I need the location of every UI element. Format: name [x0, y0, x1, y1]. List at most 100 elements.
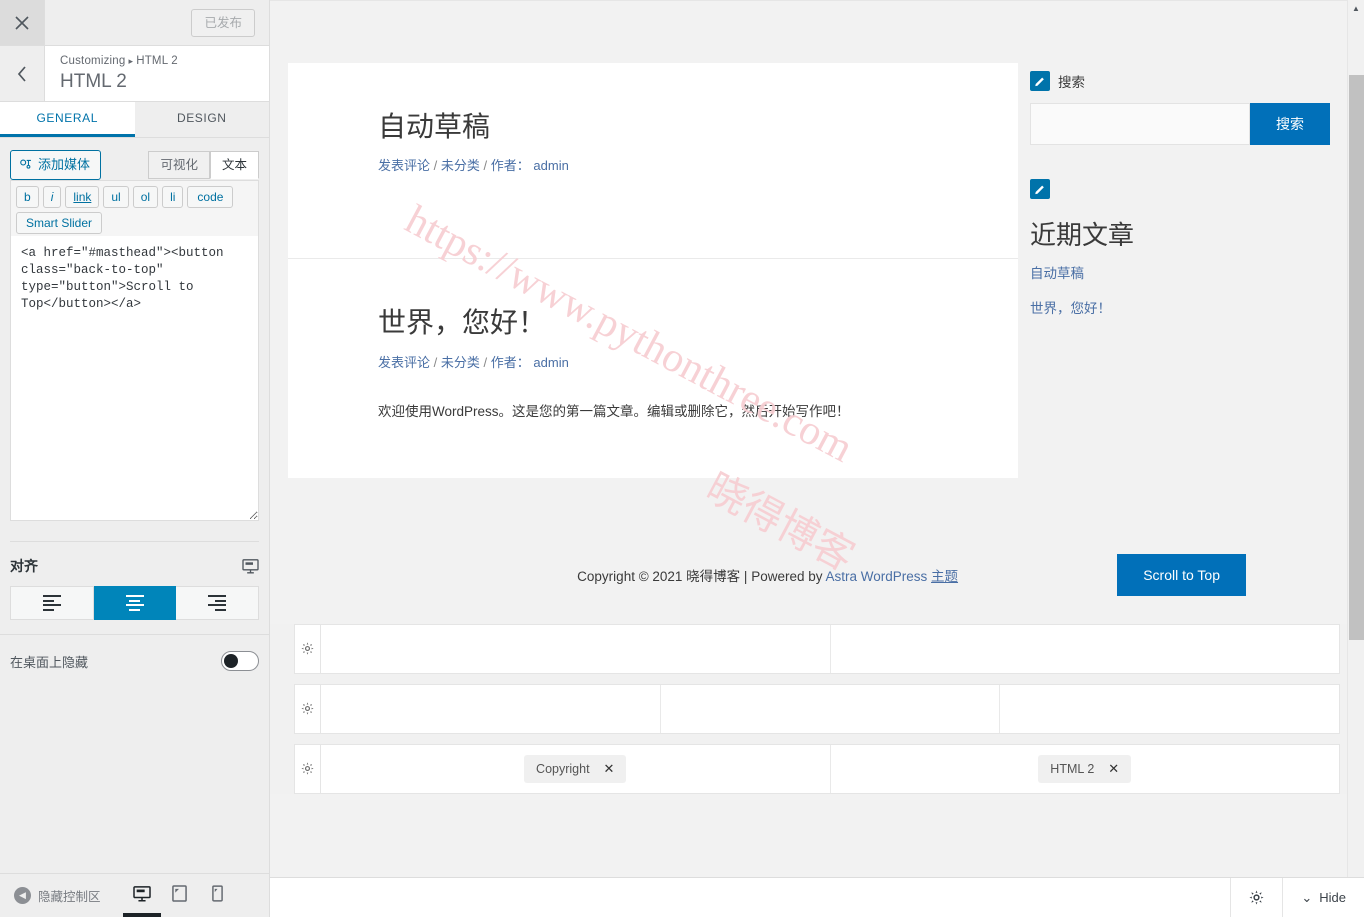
device-desktop-button[interactable]	[122, 874, 161, 917]
row-settings-gear-icon[interactable]	[295, 624, 321, 673]
preview-viewport[interactable]: https://www.pythonthree.com 晓得博客 自动草稿 发表…	[270, 0, 1364, 877]
footer-widget-row	[294, 683, 1340, 734]
widget-chip-html2[interactable]: HTML 2 ✕	[1038, 754, 1132, 783]
mobile-icon	[212, 885, 223, 902]
scroll-to-top-button[interactable]: Scroll to Top	[1117, 553, 1246, 596]
meta-sep-2: /	[483, 158, 488, 174]
search-widget-header: 搜索	[1030, 71, 1330, 91]
chip-label: Copyright	[536, 761, 590, 776]
astra-theme-link[interactable]: 主题	[931, 569, 958, 584]
device-tablet-button[interactable]	[161, 874, 199, 917]
alignment-button-group	[10, 586, 260, 620]
quicktag-li[interactable]: li	[162, 186, 184, 208]
scrollbar-thumb[interactable]	[1349, 75, 1364, 640]
align-left-icon	[42, 595, 61, 611]
footer-widget-column[interactable]: Copyright ✕	[321, 745, 830, 793]
preview-scrollbar[interactable]: ▲	[1347, 0, 1364, 877]
quicktag-ul[interactable]: ul	[103, 186, 129, 208]
post-author: admin	[533, 158, 569, 174]
tab-design[interactable]: DESIGN	[134, 102, 269, 137]
footer-widget-column[interactable]	[659, 684, 1000, 733]
recent-widget-title: 近期文章	[1030, 220, 1135, 250]
edit-widget-pencil-icon[interactable]	[1030, 71, 1050, 91]
alignment-header: 对齐	[10, 556, 259, 576]
widget-chip-copyright[interactable]: Copyright ✕	[524, 754, 627, 783]
tab-visual[interactable]: 可视化	[148, 151, 210, 179]
post-comment-link[interactable]: 发表评论	[378, 158, 430, 173]
post-category-link[interactable]: 未分类	[441, 355, 480, 370]
search-form: 搜索	[1030, 103, 1330, 145]
preview-settings-button[interactable]	[1230, 878, 1282, 917]
tab-text[interactable]: 文本	[209, 151, 259, 179]
align-center-button[interactable]	[93, 586, 177, 620]
widget-search: 搜索 搜索	[1030, 71, 1330, 145]
recent-post-link[interactable]: 世界，您好！	[1030, 301, 1111, 316]
tab-general[interactable]: GENERAL	[0, 102, 135, 137]
close-customizer-button[interactable]	[0, 0, 45, 45]
customizer-screen: 已发布 Customizing ▸ HTML 2 HTML 2 GENERAL DE…	[0, 0, 1364, 917]
footer-widget-column[interactable]: HTML 2 ✕	[829, 744, 1340, 793]
content-column: 自动草稿 发表评论 / 未分类 / 作者： admin 世界，您好！ 发表评论 …	[288, 63, 1018, 478]
chevron-left-circle-icon: ◀	[14, 887, 31, 904]
post-excerpt: 欢迎使用WordPress。这是您的第一篇文章。编辑或删除它，然后开始写作吧！	[378, 403, 850, 419]
customizer-body[interactable]: 添加媒体 可视化 文本 b i link ul ol li code Smart…	[0, 138, 269, 873]
search-submit-button[interactable]: 搜索	[1250, 103, 1330, 145]
add-media-label: 添加媒体	[38, 157, 91, 172]
quicktag-link[interactable]: link	[65, 186, 100, 208]
footer-widget-row	[294, 623, 1340, 674]
footer-widget-column[interactable]	[321, 625, 830, 673]
hide-on-desktop-toggle[interactable]	[221, 651, 259, 671]
device-mobile-button[interactable]	[199, 874, 237, 917]
html-code-textarea[interactable]: <a href="#masthead"><button class="back-…	[10, 236, 259, 521]
align-left-button[interactable]	[10, 586, 94, 620]
customizer-header: 已发布	[0, 0, 269, 46]
desktop-icon[interactable]	[242, 558, 259, 574]
edit-widget-pencil-icon[interactable]	[1030, 179, 1050, 199]
align-right-button[interactable]	[176, 586, 260, 620]
hide-on-desktop-control: 在桌面上隐藏	[0, 634, 269, 671]
post-comment-link[interactable]: 发表评论	[378, 355, 430, 370]
quicktag-code[interactable]: code	[187, 186, 234, 208]
chevron-left-icon	[17, 65, 26, 82]
recent-widget-header	[1030, 179, 1330, 199]
post-category-link[interactable]: 未分类	[441, 158, 480, 173]
publish-button[interactable]: 已发布	[191, 8, 255, 37]
hide-on-desktop-label: 在桌面上隐藏	[10, 654, 89, 670]
search-input[interactable]	[1030, 103, 1250, 145]
close-icon	[15, 15, 29, 30]
remove-chip-icon[interactable]: ✕	[604, 761, 615, 777]
post-author-label: 作者：	[490, 354, 530, 370]
alignment-control: 对齐	[0, 542, 269, 620]
site-preview: https://www.pythonthree.com 晓得博客 自动草稿 发表…	[270, 0, 1364, 917]
quicktag-i[interactable]: i	[42, 186, 62, 208]
add-media-button[interactable]: 添加媒体	[10, 150, 102, 180]
row-settings-gear-icon[interactable]	[295, 744, 321, 793]
post-title[interactable]: 世界，您好！	[378, 305, 928, 341]
scroll-up-arrow-icon[interactable]: ▲	[1348, 0, 1364, 17]
footer-widget-column[interactable]	[321, 685, 660, 733]
back-button[interactable]	[0, 46, 45, 101]
quicktag-ol[interactable]: ol	[132, 186, 159, 208]
breadcrumb-separator: ▸	[128, 56, 134, 66]
widget-recent-posts: 近期文章 自动草稿 世界，您好！	[1030, 179, 1330, 318]
row-settings-gear-icon[interactable]	[295, 684, 321, 733]
footer-widget-column[interactable]	[829, 624, 1340, 673]
footer-widget-column[interactable]	[999, 684, 1339, 733]
alignment-label: 对齐	[10, 558, 38, 574]
quicktag-smart-slider[interactable]: Smart Slider	[16, 212, 103, 234]
footer-widget-row: Copyright ✕ HTML 2 ✕	[294, 743, 1340, 794]
site-footer: Copyright © 2021 晓得博客 | Powered by Astra…	[270, 525, 1364, 624]
tablet-icon	[172, 885, 187, 902]
post-title[interactable]: 自动草稿	[378, 109, 928, 145]
astra-link[interactable]: Astra WordPress	[826, 569, 932, 584]
breadcrumb-root[interactable]: Customizing	[60, 55, 125, 67]
collapse-sidebar-button[interactable]: ◀ 隐藏控制区	[0, 874, 115, 917]
hide-preview-bar-button[interactable]: ⌄ Hide	[1282, 878, 1364, 917]
recent-post-link[interactable]: 自动草稿	[1030, 266, 1084, 281]
collapse-label: 隐藏控制区	[38, 890, 101, 904]
copyright-prefix: Copyright © 2021 晓得博客 | Powered by	[577, 568, 826, 584]
remove-chip-icon[interactable]: ✕	[1108, 761, 1119, 777]
desktop-icon	[132, 885, 151, 902]
quicktag-b[interactable]: b	[16, 186, 39, 208]
editor-toolbar-row: 添加媒体 可视化 文本	[10, 150, 259, 180]
